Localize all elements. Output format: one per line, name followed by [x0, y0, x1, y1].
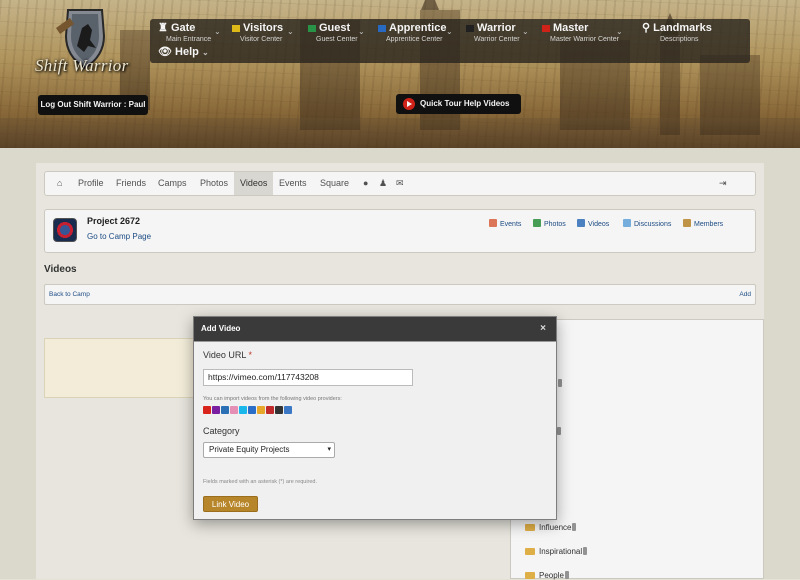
break-icon — [266, 406, 274, 414]
providers-text: You can import videos from the following… — [203, 396, 342, 402]
dialog-title: Add Video — [201, 324, 241, 333]
category-label: Category — [203, 426, 240, 436]
blip-icon — [248, 406, 256, 414]
dialog-body: Video URL * https://vimeo.com/117743208 … — [194, 341, 556, 519]
required-note: Fields marked with an asterisk (*) are r… — [203, 479, 318, 485]
vimeo-icon — [239, 406, 247, 414]
close-icon[interactable]: × — [540, 317, 546, 341]
dailymotion-icon — [221, 406, 229, 414]
category-select[interactable]: Private Equity Projects ▾ — [203, 442, 335, 458]
dialog-header: Add Video × — [194, 317, 556, 341]
yahoo-icon — [212, 406, 220, 414]
provider-icons — [203, 405, 293, 414]
add-video-dialog: Add Video × Video URL * https://vimeo.co… — [193, 316, 557, 520]
photobucket-icon — [284, 406, 292, 414]
video-url-label: Video URL * — [203, 350, 253, 360]
video-url-input[interactable]: https://vimeo.com/117743208 — [203, 369, 413, 386]
metacafe-icon — [230, 406, 238, 414]
link-video-button[interactable]: Link Video — [203, 496, 258, 512]
chevron-down-icon: ▾ — [327, 446, 331, 453]
veoh-icon — [275, 406, 283, 414]
youtube-icon — [203, 406, 211, 414]
myspace-icon — [257, 406, 265, 414]
